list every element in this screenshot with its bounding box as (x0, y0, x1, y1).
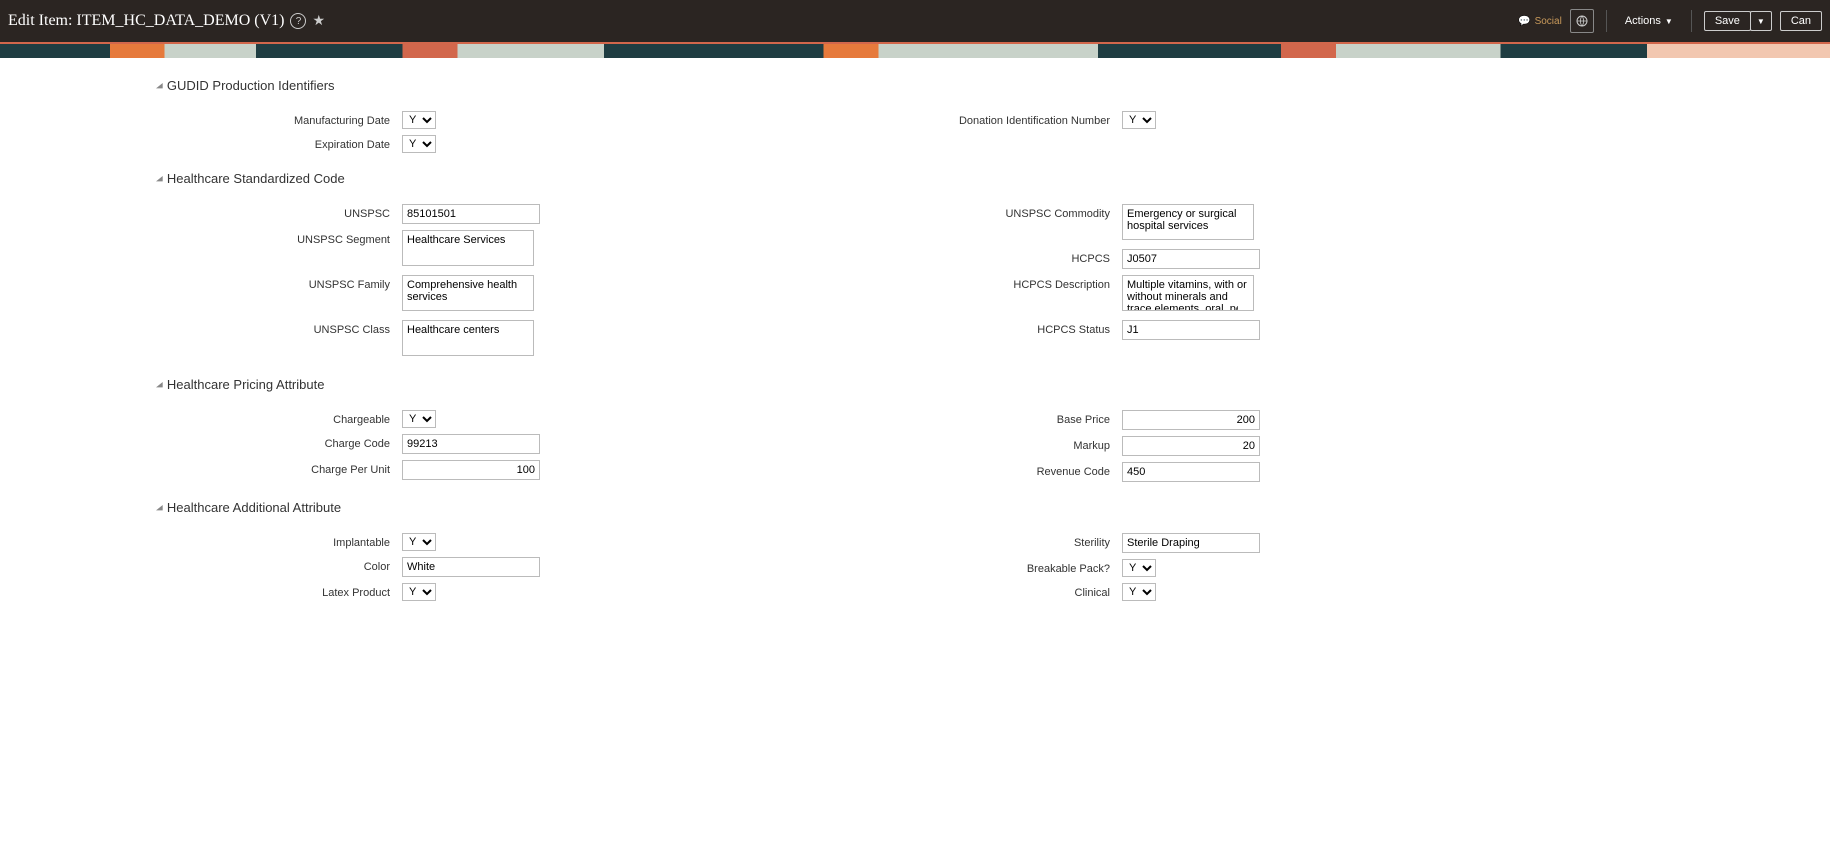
hcpcs-status-label: HCPCS Status (720, 320, 1122, 336)
codes-columns: UNSPSC UNSPSC Segment Healthcare Service… (0, 198, 1830, 365)
sterility-input[interactable] (1122, 533, 1260, 553)
expiration-date-select[interactable]: Y (402, 135, 436, 153)
unspsc-segment-label: UNSPSC Segment (0, 230, 402, 246)
disclosure-icon: ◢ (156, 503, 163, 512)
unspsc-family-input[interactable]: Comprehensive health services (402, 275, 534, 311)
decorative-stripe (0, 42, 1830, 58)
disclosure-icon: ◢ (156, 81, 163, 90)
unspsc-class-label: UNSPSC Class (0, 320, 402, 336)
donation-id-select[interactable]: Y (1122, 111, 1156, 129)
additional-columns: Implantable Y Color Latex Product Y Ster… (0, 527, 1830, 607)
hcpcs-desc-input[interactable]: Multiple vitamins, with or without miner… (1122, 275, 1254, 311)
color-label: Color (0, 557, 402, 573)
chargeable-label: Chargeable (0, 410, 402, 426)
markup-input[interactable] (1122, 436, 1260, 456)
unspsc-commodity-label: UNSPSC Commodity (720, 204, 1122, 220)
chevron-down-icon: ▼ (1665, 17, 1673, 26)
breakable-select[interactable]: Y (1122, 559, 1156, 577)
markup-label: Markup (720, 436, 1122, 452)
charge-per-unit-label: Charge Per Unit (0, 460, 402, 476)
clinical-label: Clinical (720, 583, 1122, 599)
hcpcs-input[interactable] (1122, 249, 1260, 269)
section-header-additional[interactable]: ◢ Healthcare Additional Attribute (156, 500, 1830, 515)
globe-icon (1576, 15, 1588, 27)
top-bar-right: 💬 Social Actions ▼ Save ▼ Can (1518, 9, 1822, 33)
revenue-code-input[interactable] (1122, 462, 1260, 482)
color-input[interactable] (402, 557, 540, 577)
manufacturing-date-select[interactable]: Y (402, 111, 436, 129)
actions-menu[interactable]: Actions ▼ (1619, 15, 1679, 27)
base-price-label: Base Price (720, 410, 1122, 426)
disclosure-icon: ◢ (156, 174, 163, 183)
top-bar-left: Edit Item: ITEM_HC_DATA_DEMO (V1) ? ★ (8, 12, 325, 30)
cancel-button[interactable]: Can (1780, 11, 1822, 31)
form-content: ◢ GUDID Production Identifiers Manufactu… (0, 58, 1830, 647)
base-price-input[interactable] (1122, 410, 1260, 430)
help-icon[interactable]: ? (290, 13, 306, 29)
pricing-columns: Chargeable Y Charge Code Charge Per Unit… (0, 404, 1830, 488)
unspsc-label: UNSPSC (0, 204, 402, 220)
favorite-star-icon[interactable]: ★ (312, 13, 325, 30)
implantable-label: Implantable (0, 533, 402, 549)
donation-id-label: Donation Identification Number (720, 111, 1122, 127)
section-header-codes[interactable]: ◢ Healthcare Standardized Code (156, 171, 1830, 186)
section-header-pricing[interactable]: ◢ Healthcare Pricing Attribute (156, 377, 1830, 392)
activity-stream-button[interactable] (1570, 9, 1594, 33)
charge-code-label: Charge Code (0, 434, 402, 450)
hcpcs-label: HCPCS (720, 249, 1122, 265)
chargeable-select[interactable]: Y (402, 410, 436, 428)
social-label: Social (1535, 16, 1562, 27)
page-title: Edit Item: ITEM_HC_DATA_DEMO (V1) (8, 12, 284, 30)
separator (1691, 10, 1692, 32)
save-button-group: Save ▼ (1704, 11, 1772, 31)
revenue-code-label: Revenue Code (720, 462, 1122, 478)
sterility-label: Sterility (720, 533, 1122, 549)
section-header-gudid[interactable]: ◢ GUDID Production Identifiers (156, 78, 1830, 93)
unspsc-family-label: UNSPSC Family (0, 275, 402, 291)
section-title: Healthcare Pricing Attribute (167, 377, 325, 392)
charge-per-unit-input[interactable] (402, 460, 540, 480)
implantable-select[interactable]: Y (402, 533, 436, 551)
separator (1606, 10, 1607, 32)
actions-label: Actions (1625, 15, 1661, 27)
save-button[interactable]: Save (1704, 11, 1751, 31)
disclosure-icon: ◢ (156, 380, 163, 389)
unspsc-input[interactable] (402, 204, 540, 224)
expiration-date-label: Expiration Date (0, 135, 402, 151)
latex-select[interactable]: Y (402, 583, 436, 601)
breakable-label: Breakable Pack? (720, 559, 1122, 575)
save-menu-button[interactable]: ▼ (1750, 11, 1772, 31)
hcpcs-status-input[interactable] (1122, 320, 1260, 340)
unspsc-class-input[interactable]: Healthcare centers (402, 320, 534, 356)
unspsc-segment-input[interactable]: Healthcare Services (402, 230, 534, 266)
chevron-down-icon: ▼ (1757, 17, 1765, 26)
section-title: Healthcare Additional Attribute (167, 500, 341, 515)
latex-label: Latex Product (0, 583, 402, 599)
social-link[interactable]: 💬 Social (1518, 16, 1562, 27)
social-icon: 💬 (1518, 16, 1530, 27)
charge-code-input[interactable] (402, 434, 540, 454)
hcpcs-desc-label: HCPCS Description (720, 275, 1122, 291)
section-title: Healthcare Standardized Code (167, 171, 345, 186)
gudid-columns: Manufacturing Date Y Expiration Date Y D… (0, 105, 1830, 159)
manufacturing-date-label: Manufacturing Date (0, 111, 402, 127)
section-title: GUDID Production Identifiers (167, 78, 335, 93)
clinical-select[interactable]: Y (1122, 583, 1156, 601)
top-bar: Edit Item: ITEM_HC_DATA_DEMO (V1) ? ★ 💬 … (0, 0, 1830, 42)
unspsc-commodity-input[interactable]: Emergency or surgical hospital services (1122, 204, 1254, 240)
